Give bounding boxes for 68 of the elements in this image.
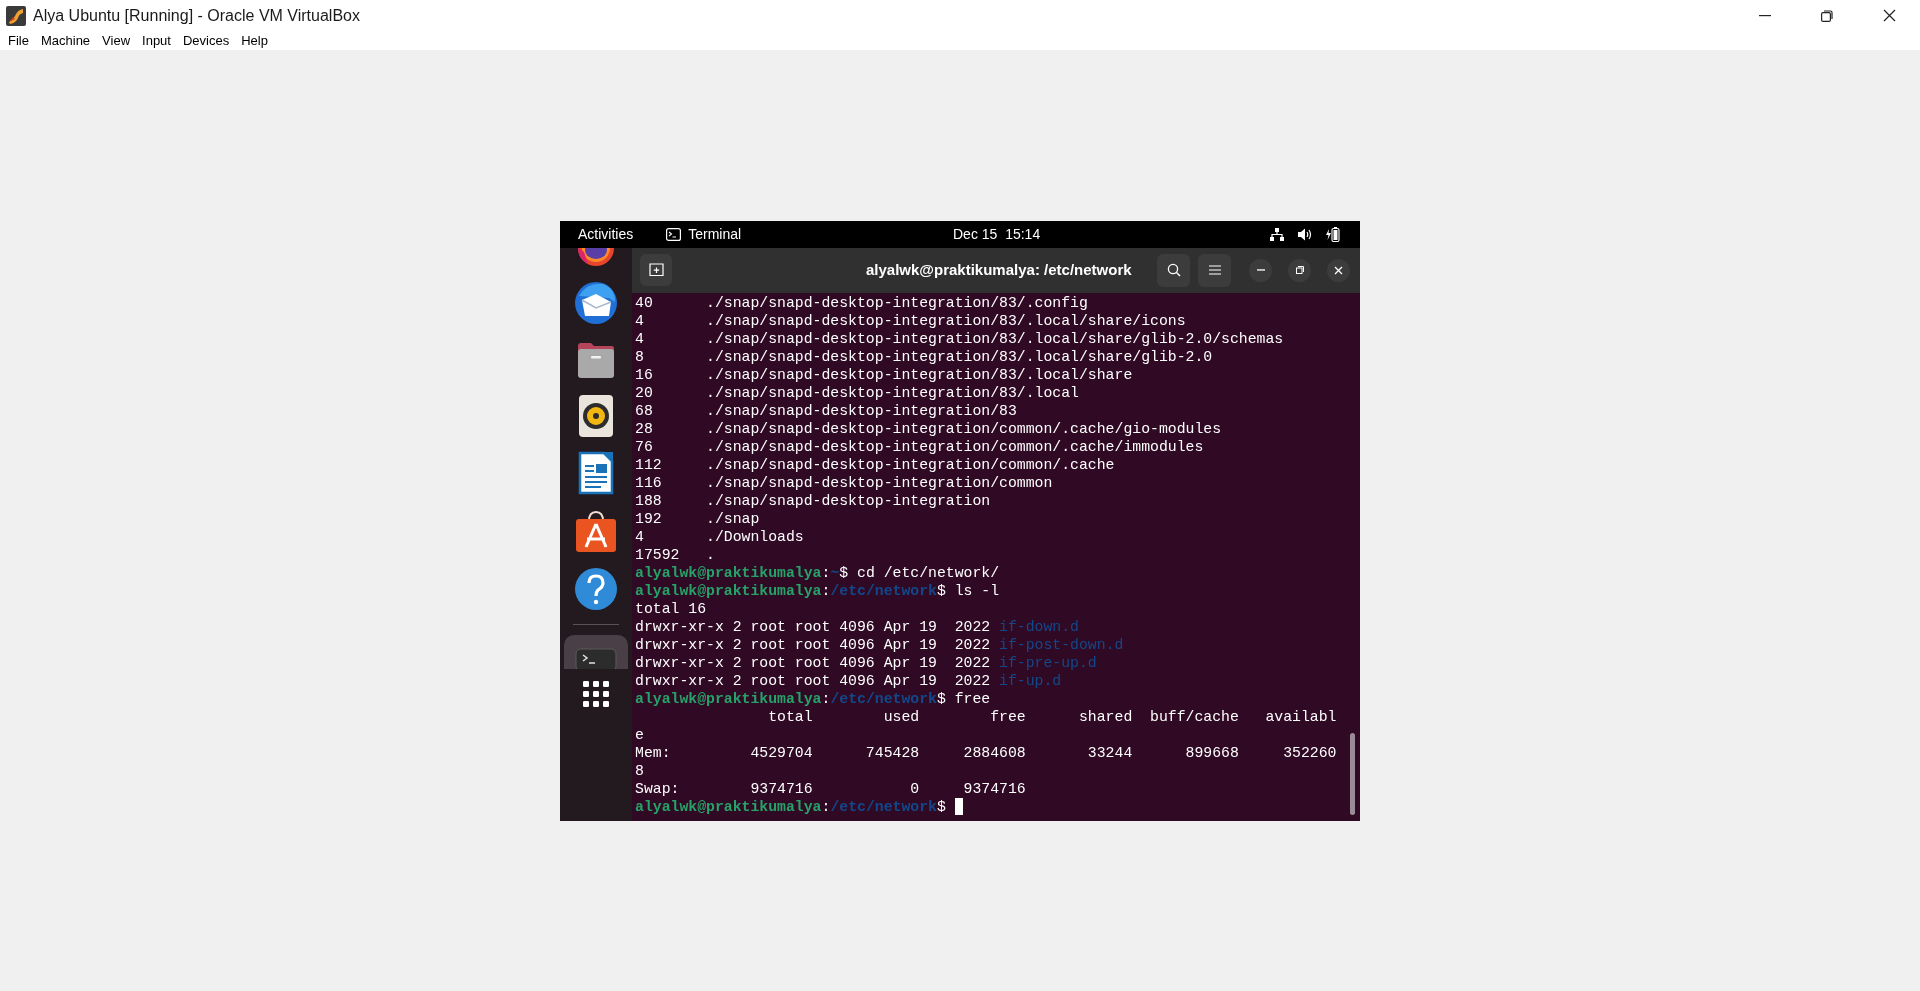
new-tab-icon — [648, 263, 664, 277]
minimize-icon — [1759, 14, 1771, 17]
terminal-line: drwxr-xr-x 2 root root 4096 Apr 19 2022 if-pre-up.d — [635, 653, 1097, 672]
terminal-line: alyalwk@praktikumalya:/etc/network$ — [635, 797, 947, 816]
terminal-line: 116 ./snap/snapd-desktop-integration/common — [635, 473, 1053, 492]
terminal-line: Swap: 9374716 0 9374716 — [635, 779, 1026, 798]
maximize-button[interactable] — [1288, 258, 1311, 282]
window-title: Alya Ubuntu [Running] - Oracle VM VirtualBox — [33, 5, 360, 26]
terminal-line: 8 ./snap/snapd-desktop-integration/83/.local/share/glib-2.0 — [635, 347, 1213, 366]
activities-button[interactable]: Activities — [578, 223, 634, 245]
volume-icon[interactable] — [1298, 227, 1312, 241]
menu-item[interactable]: Devices — [176, 30, 236, 51]
terminal-line: alyalwk@praktikumalya:~$ cd /etc/network/ — [635, 563, 1000, 582]
menu-item[interactable]: Machine — [34, 30, 97, 51]
mail-bird-icon — [573, 279, 619, 326]
terminal-line: 40 ./snap/snapd-desktop-integration/83/.config — [635, 293, 1088, 312]
terminal-line: drwxr-xr-x 2 root root 4096 Apr 19 2022 if-up.d — [635, 671, 1062, 690]
scrollbar-thumb[interactable] — [1350, 732, 1355, 815]
menu-button[interactable] — [1198, 253, 1231, 287]
terminal-line: 76 ./snap/snapd-desktop-integration/common/.cache/immodules — [635, 437, 1204, 456]
menu-icon — [1208, 265, 1221, 275]
document-icon — [578, 450, 614, 495]
terminal-line: 4 ./Downloads — [635, 527, 804, 546]
close-button[interactable] — [1327, 258, 1350, 282]
terminal-line: 188 ./snap/snapd-desktop-integration — [635, 491, 991, 510]
restore-icon — [1821, 9, 1833, 22]
menu-item[interactable]: Input — [136, 30, 177, 51]
terminal-line: 4 ./snap/snapd-desktop-integration/83/.local/share/glib-2.0/schemas — [635, 329, 1284, 348]
speaker-icon — [579, 394, 613, 437]
terminal-line: alyalwk@praktikumalya:/etc/network$ ls -l — [635, 581, 1000, 600]
minimize-button[interactable] — [1249, 258, 1272, 282]
app-grid-icon — [583, 680, 609, 707]
terminal-line: 4 ./snap/snapd-desktop-integration/83/.local/share/icons — [635, 311, 1186, 330]
clock[interactable]: Dec 15 15:14 — [953, 223, 1041, 245]
terminal-line: drwxr-xr-x 2 root root 4096 Apr 19 2022 if-down.d — [635, 617, 1079, 636]
close-icon — [1334, 265, 1343, 275]
minimize-icon — [1256, 269, 1265, 271]
shopping-bag-icon — [574, 508, 618, 553]
terminal-title: alyalwk@praktikumalya: /etc/network — [866, 259, 1132, 280]
terminal-line: drwxr-xr-x 2 root root 4096 Apr 19 2022 if-post-down.d — [635, 635, 1124, 654]
search-button[interactable] — [1157, 253, 1190, 287]
terminal-line: alyalwk@praktikumalya:/etc/network$ free — [635, 689, 991, 708]
terminal-line: Mem: 4529704 745428 2884608 33244 899668 352260 — [635, 743, 1337, 762]
menu-item[interactable]: File — [2, 30, 35, 51]
menu-item[interactable]: View — [96, 30, 137, 51]
maximize-icon — [1295, 266, 1304, 274]
terminal-icon — [575, 646, 617, 669]
search-icon — [1166, 263, 1181, 277]
terminal-line: total 16 — [635, 599, 707, 618]
terminal-line: 112 ./snap/snapd-desktop-integration/common/.cache — [635, 455, 1115, 474]
battery-icon[interactable] — [1326, 226, 1340, 242]
terminal-line: 68 ./snap/snapd-desktop-integration/83 — [635, 401, 1017, 420]
terminal-line: 16 ./snap/snapd-desktop-integration/83/.local/share — [635, 365, 1133, 384]
app-menu[interactable]: Terminal — [688, 223, 742, 245]
terminal-line: e — [635, 725, 644, 744]
terminal-line: 28 ./snap/snapd-desktop-integration/common/.cache/gio-modules — [635, 419, 1222, 438]
terminal-line: 8 — [635, 761, 644, 780]
close-icon — [1882, 9, 1896, 22]
terminal-line: 17592 . — [635, 545, 715, 564]
terminal-icon — [666, 227, 682, 241]
terminal-line: total used free shared buff/cache availabl — [767, 707, 1337, 726]
question-mark-icon — [574, 566, 618, 611]
app-icon — [5, 4, 27, 27]
terminal-line: 192 ./snap — [635, 509, 760, 528]
network-icon[interactable] — [1270, 227, 1284, 241]
terminal-line: 20 ./snap/snapd-desktop-integration/83/.local — [635, 383, 1079, 402]
menu-item[interactable]: Help — [235, 30, 274, 51]
new-tab-button[interactable] — [640, 254, 672, 286]
